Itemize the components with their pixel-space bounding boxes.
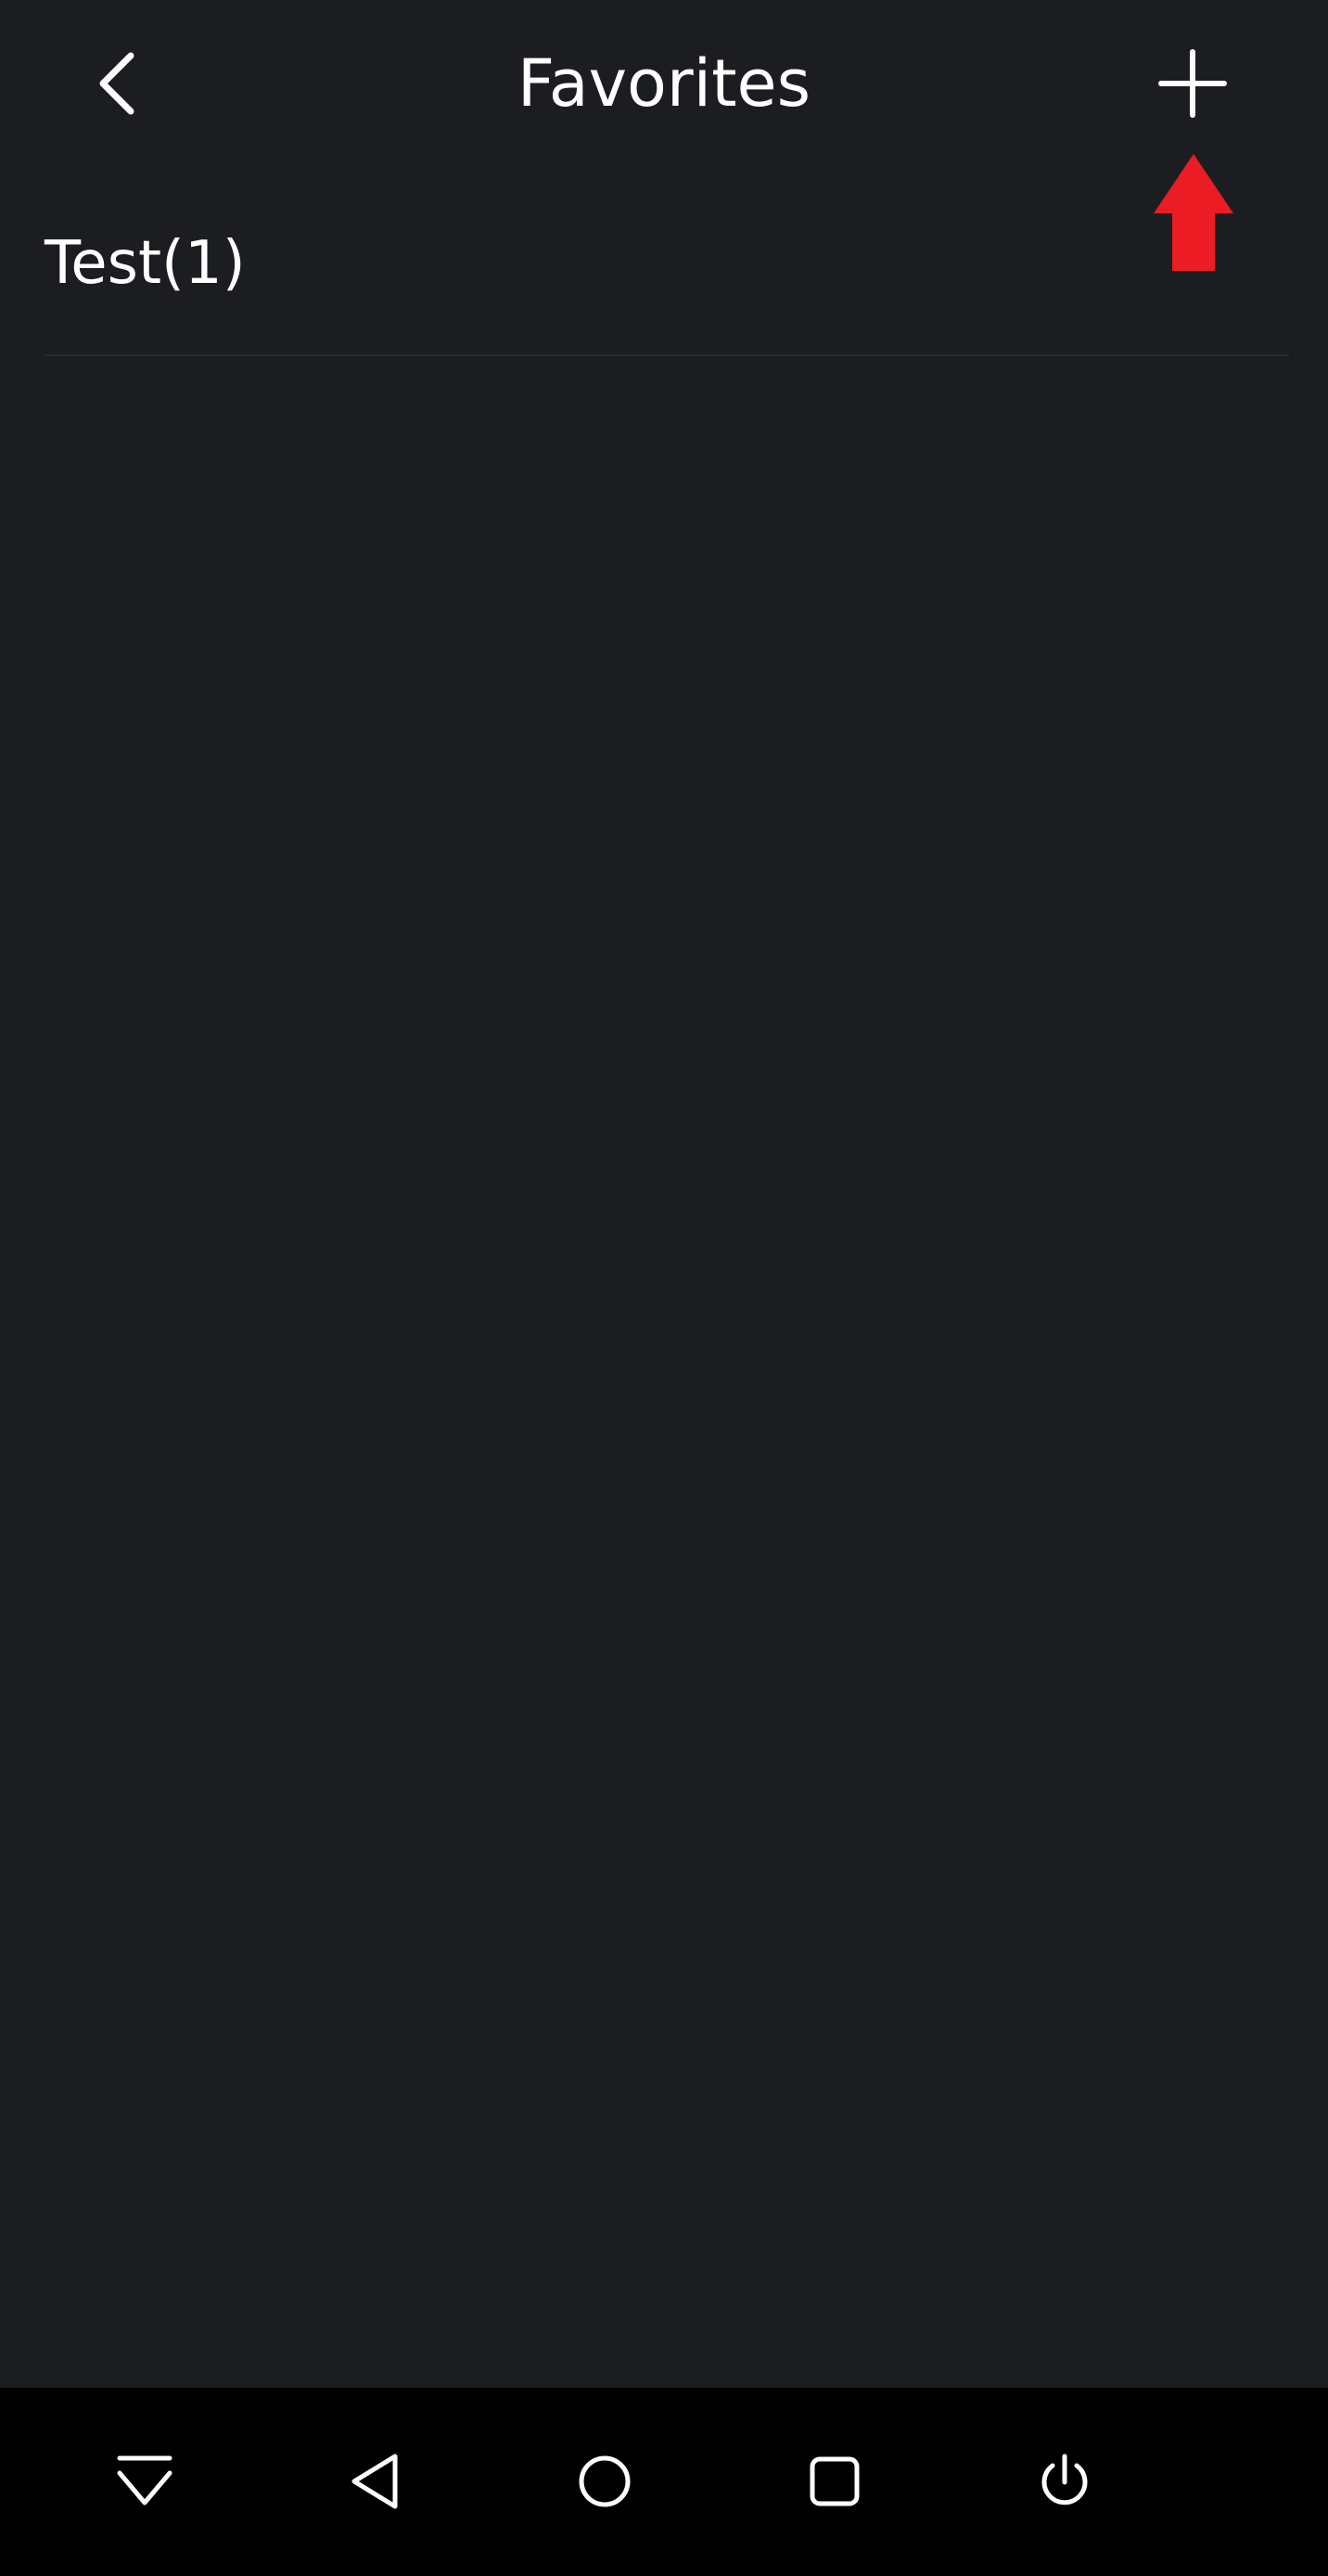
- back-triangle-icon: [351, 2454, 398, 2509]
- favorites-screen: Favorites Test(1): [0, 0, 1328, 2576]
- list-item[interactable]: Test(1): [45, 176, 1289, 356]
- nav-home-button[interactable]: [554, 2430, 656, 2532]
- nav-power-button[interactable]: [1014, 2430, 1116, 2532]
- recents-square-icon: [810, 2456, 860, 2506]
- add-favorite-button[interactable]: [1146, 37, 1239, 130]
- nav-recents-button[interactable]: [784, 2430, 886, 2532]
- page-title: Favorites: [517, 45, 811, 122]
- top-app-bar: Favorites: [0, 0, 1328, 167]
- notification-shade-button[interactable]: [94, 2430, 196, 2532]
- favorites-list: Test(1): [45, 176, 1289, 356]
- favorite-group-label: Test(1): [45, 229, 246, 298]
- plus-icon: [1158, 49, 1227, 118]
- nav-back-button[interactable]: [325, 2430, 427, 2532]
- notification-shade-icon: [117, 2455, 172, 2506]
- power-icon: [1041, 2454, 1088, 2506]
- system-navigation-bar: [0, 2388, 1328, 2576]
- home-circle-icon: [579, 2455, 631, 2507]
